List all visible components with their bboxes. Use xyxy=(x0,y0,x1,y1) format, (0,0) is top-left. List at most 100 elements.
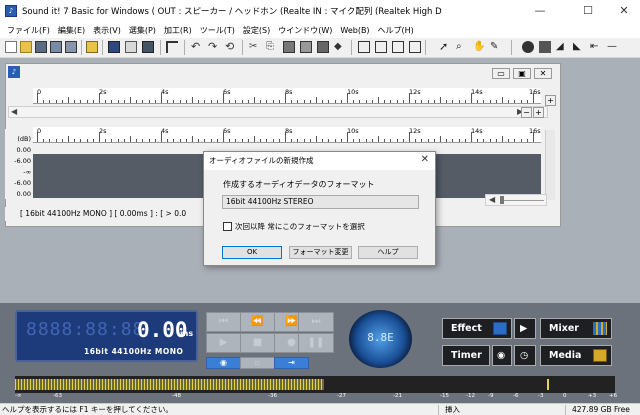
stop-tool-icon[interactable] xyxy=(539,41,551,53)
delete-icon[interactable]: ◆ xyxy=(334,41,346,53)
timer-button[interactable]: Timer xyxy=(442,345,490,366)
scissors-icon[interactable]: ✂ xyxy=(249,41,261,53)
doc-close-button[interactable]: ✕ xyxy=(534,68,552,79)
follow-button[interactable]: ⇥ xyxy=(274,357,309,369)
mix-paste-icon[interactable] xyxy=(300,41,312,53)
line-icon[interactable]: — xyxy=(607,41,619,53)
go-start-button[interactable]: ⏮ xyxy=(206,312,241,332)
dialog-title: オーディオファイルの新規作成 xyxy=(204,152,435,170)
undo-icon[interactable]: ↶ xyxy=(191,41,203,53)
rewind-button[interactable]: ⏪ xyxy=(240,312,275,332)
ruler-tick xyxy=(229,100,231,103)
menu-process[interactable]: 加工(R) xyxy=(160,25,196,36)
pencil-icon[interactable]: ✎ xyxy=(490,41,502,53)
menu-help[interactable]: ヘルプ(H) xyxy=(374,25,418,36)
import-icon[interactable] xyxy=(86,41,98,53)
menu-window[interactable]: ウインドウ(W) xyxy=(274,25,336,36)
change-format-button[interactable]: フォーマット変更 xyxy=(289,246,352,259)
always-use-checkbox[interactable] xyxy=(223,222,232,231)
paste-icon[interactable] xyxy=(283,41,295,53)
pause-button[interactable]: ❚❚ xyxy=(298,333,334,353)
ruler-tick xyxy=(68,136,69,142)
menu-settings[interactable]: 設定(S) xyxy=(239,25,274,36)
toolbar-separator xyxy=(81,40,82,55)
marker-icon[interactable]: ⇤ xyxy=(590,41,602,53)
ruler-label: 8s xyxy=(285,127,293,135)
save-all-icon[interactable] xyxy=(65,41,77,53)
print-icon[interactable] xyxy=(125,41,137,53)
select-right-icon[interactable] xyxy=(392,41,404,53)
menu-tools[interactable]: ツール(T) xyxy=(196,25,239,36)
ruler-tick xyxy=(216,139,218,142)
slider-track xyxy=(504,200,544,201)
save-as-icon[interactable] xyxy=(50,41,62,53)
stop-button[interactable]: ■ xyxy=(240,333,275,353)
jog-knob[interactable]: 8.8E xyxy=(349,310,412,368)
doc-maximize-button[interactable]: ▣ xyxy=(513,68,531,79)
overview-scrollbar[interactable]: ◀ ▶ xyxy=(8,106,548,118)
menu-web[interactable]: Web(B) xyxy=(336,26,373,35)
fade-in-icon[interactable]: ◢ xyxy=(556,41,568,53)
ok-button[interactable]: OK xyxy=(222,246,282,259)
pointer-icon[interactable]: ➚ xyxy=(439,41,451,53)
mixer-button[interactable]: Mixer xyxy=(540,318,612,339)
ab-repeat-button[interactable]: ▫ xyxy=(240,357,275,369)
go-end-button[interactable]: ⏭ xyxy=(298,312,334,332)
loop-button[interactable]: ◉ xyxy=(206,357,241,369)
vertical-scrollbar[interactable] xyxy=(545,130,555,200)
timer-record-icon[interactable]: ◉ xyxy=(492,345,512,366)
open-folder-icon[interactable] xyxy=(20,41,32,53)
doc-minimize-button[interactable]: ▭ xyxy=(492,68,510,79)
play-button[interactable]: ▶ xyxy=(206,333,241,353)
always-use-label[interactable]: 次回以降 常にこのフォーマットを選択 xyxy=(235,221,365,232)
effect-play-button[interactable]: ▶ xyxy=(514,318,536,339)
cut-icon[interactable] xyxy=(166,41,178,53)
new-file-icon[interactable] xyxy=(5,41,17,53)
db-label: 0.00 xyxy=(16,190,31,198)
zoom-icon[interactable]: ⌕ xyxy=(456,41,468,53)
menu-bar: ファイル(F) 編集(E) 表示(V) 選集(P) 加工(R) ツール(T) 設… xyxy=(0,22,640,38)
menu-view[interactable]: 表示(V) xyxy=(89,25,125,36)
select-left-icon[interactable] xyxy=(375,41,387,53)
save-icon[interactable] xyxy=(35,41,47,53)
select-all-icon[interactable] xyxy=(358,41,370,53)
scroll-left-arrow[interactable]: ◀ xyxy=(11,107,17,117)
slider-left-arrow[interactable]: ◀ xyxy=(489,195,495,205)
properties-icon[interactable] xyxy=(108,41,120,53)
help-button[interactable]: ヘルプ xyxy=(358,246,418,259)
menu-edit[interactable]: 編集(E) xyxy=(54,25,89,36)
minimize-button[interactable]: — xyxy=(520,0,560,22)
redo-icon[interactable]: ↷ xyxy=(208,41,220,53)
copy-icon[interactable]: ⎘ xyxy=(266,41,278,53)
menu-select[interactable]: 選集(P) xyxy=(125,25,160,36)
zoom-in-h-button[interactable]: + xyxy=(533,107,544,118)
ruler-tick xyxy=(272,139,274,142)
media-button[interactable]: Media xyxy=(540,345,612,366)
zoom-slider[interactable]: ◀ xyxy=(485,194,547,206)
ruler-tick xyxy=(198,139,200,142)
ruler-tick xyxy=(316,97,317,103)
ruler-tick xyxy=(43,100,45,103)
meter-scale-label: -48 xyxy=(172,393,181,399)
effect-icon xyxy=(493,322,507,335)
ruler-tick xyxy=(99,132,100,142)
dialog-close-icon[interactable]: ✕ xyxy=(421,154,429,165)
ruler-tick xyxy=(378,136,379,142)
record-tool-icon[interactable] xyxy=(522,41,534,53)
zoom-out-h-button[interactable]: − xyxy=(521,107,532,118)
info-icon[interactable] xyxy=(142,41,154,53)
hand-icon[interactable]: ✋ xyxy=(473,41,485,53)
repeat-icon[interactable]: ⟲ xyxy=(225,41,237,53)
zoom-in-button[interactable]: + xyxy=(545,95,556,106)
menu-file[interactable]: ファイル(F) xyxy=(3,25,54,36)
maximize-button[interactable]: ☐ xyxy=(568,0,608,22)
timer-clock-icon[interactable]: ◷ xyxy=(514,345,536,366)
dialog-label: 作成するオーディオデータのフォーマット xyxy=(223,180,375,189)
effect-button[interactable]: Effect xyxy=(442,318,512,339)
ruler-tick xyxy=(297,139,299,142)
trim-icon[interactable] xyxy=(317,41,329,53)
fade-out-icon[interactable]: ◣ xyxy=(573,41,585,53)
ruler-tick xyxy=(291,139,293,142)
close-button[interactable]: ✕ xyxy=(604,0,640,22)
select-channel-icon[interactable] xyxy=(409,41,421,53)
